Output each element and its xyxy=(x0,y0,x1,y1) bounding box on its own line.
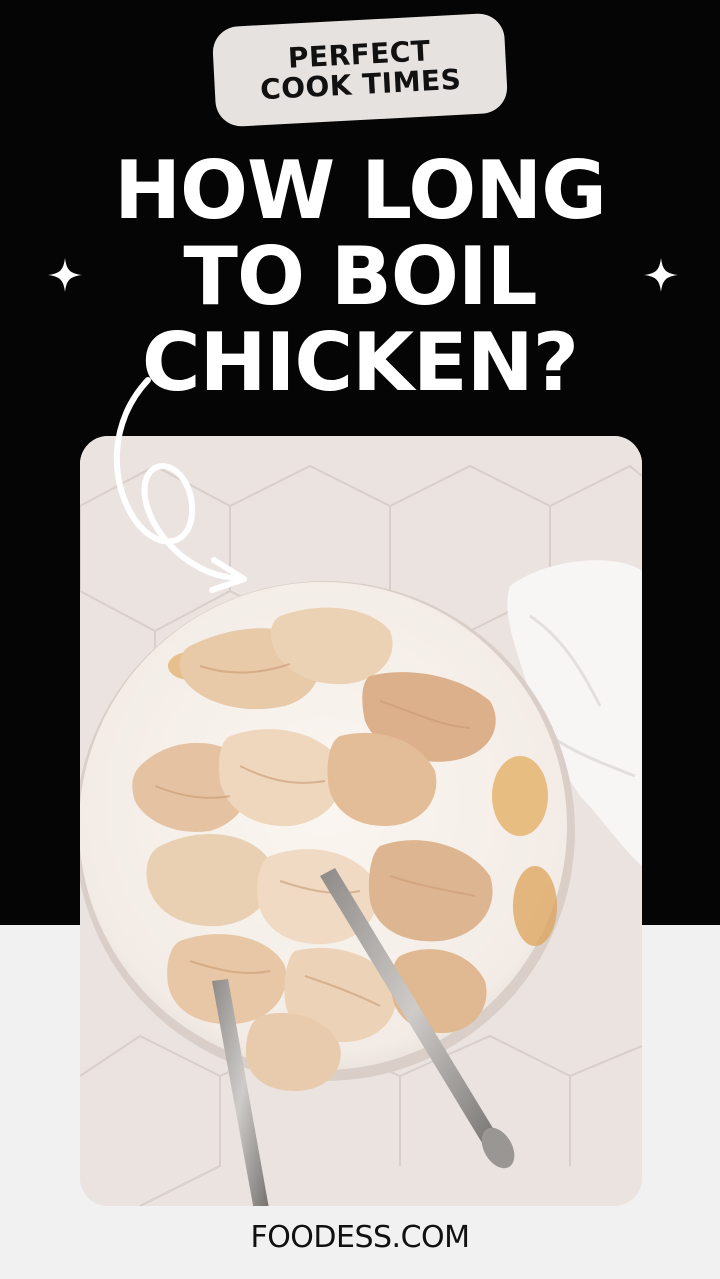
sparkle-icon xyxy=(644,258,678,292)
title-line-2: TO BOIL xyxy=(183,230,537,323)
chicken-photo xyxy=(80,436,642,1206)
cook-times-badge: PERFECT COOK TIMES xyxy=(211,12,509,128)
chicken-plate-illustration xyxy=(80,436,642,1206)
page-title: HOW LONG TO BOIL CHICKEN? xyxy=(0,148,720,406)
title-line-3: CHICKEN? xyxy=(141,316,579,409)
site-footer: FOODESS.COM xyxy=(250,1220,470,1255)
sparkle-icon xyxy=(48,258,82,292)
title-line-1: HOW LONG xyxy=(114,144,607,237)
badge-line-2: COOK TIMES xyxy=(259,62,463,107)
